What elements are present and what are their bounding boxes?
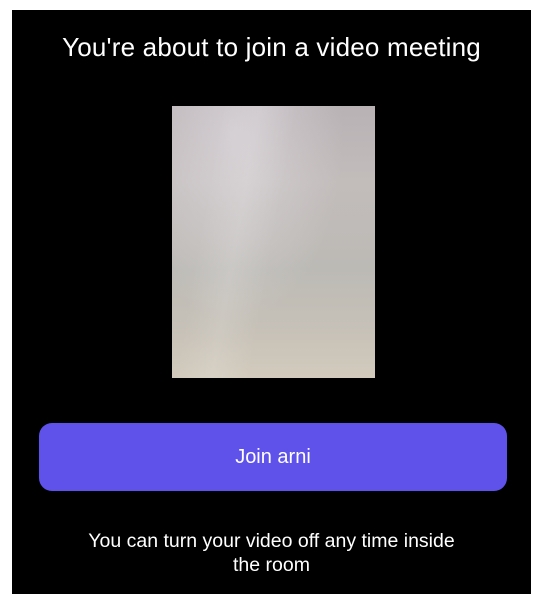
preview-highlight: [172, 106, 375, 378]
video-off-hint: You can turn your video off any time ins…: [12, 529, 531, 577]
page-title: You're about to join a video meeting: [62, 32, 481, 62]
join-button[interactable]: Join arni: [39, 423, 507, 491]
join-button-label: Join arni: [235, 445, 311, 468]
hint-line-2: the room: [233, 554, 310, 576]
camera-preview: [172, 106, 375, 378]
hint-line-1: You can turn your video off any time ins…: [88, 530, 455, 552]
join-meeting-screen: You're about to join a video meeting Joi…: [12, 10, 531, 594]
